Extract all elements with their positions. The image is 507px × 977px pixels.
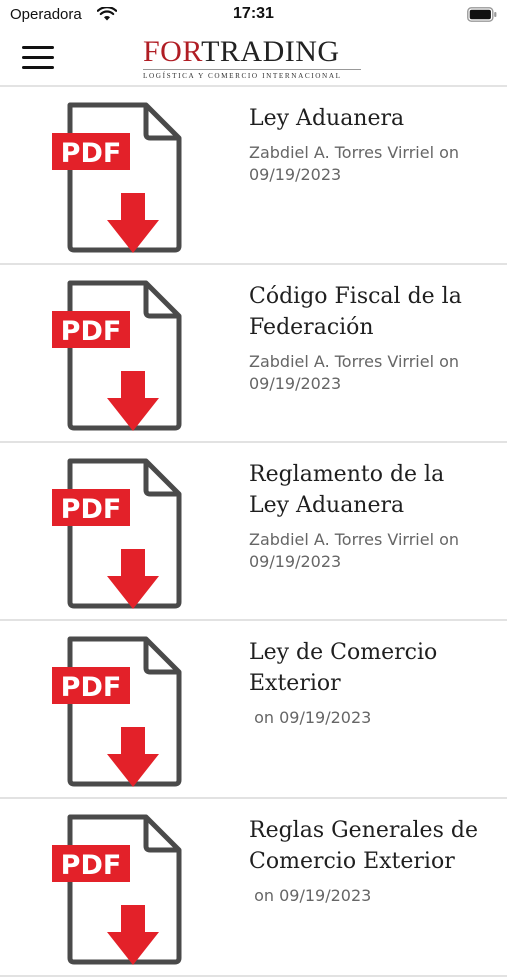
battery-icon [467,7,497,22]
document-meta: on 09/19/2023 [249,886,372,905]
document-title[interactable]: Ley Aduanera [249,103,489,134]
logo-prefix: FOR [143,35,202,68]
hamburger-icon[interactable] [22,46,54,70]
fortrading-logo[interactable]: FORTRADING LOGÍSTICA Y COMERCIO INTERNAC… [143,36,368,82]
document-meta: Zabdiel A. Torres Virriel on 09/19/2023 [249,530,460,571]
pdf-download-icon: PDF [52,102,182,253]
pdf-download-icon: PDF [52,458,182,609]
pdf-download-icon: PDF [52,636,182,787]
clock: 17:31 [233,5,274,22]
logo-suffix: TRADING [201,35,340,68]
svg-text:PDF: PDF [61,494,122,525]
document-text: Código Fiscal de la Federación Zabdiel A… [249,281,489,395]
document-meta: Zabdiel A. Torres Virriel on 09/19/2023 [249,352,460,393]
document-text: Ley Aduanera Zabdiel A. Torres Virriel o… [249,103,489,186]
document-meta: on 09/19/2023 [249,708,372,727]
document-title[interactable]: Reglamento de la Ley Aduanera [249,459,489,521]
svg-text:PDF: PDF [61,316,122,347]
document-item[interactable]: PDF Reglas Generales de Comercio Exterio… [0,799,507,977]
document-item[interactable]: PDF Reglamento de la Ley Aduanera Zabdie… [0,443,507,621]
document-title[interactable]: Ley de Comercio Exterior [249,637,489,699]
svg-text:PDF: PDF [61,138,122,169]
svg-text:PDF: PDF [61,850,122,881]
document-text: Reglamento de la Ley Aduanera Zabdiel A.… [249,459,489,573]
document-text: Ley de Comercio Exterior on 09/19/2023 [249,637,489,729]
document-title[interactable]: Código Fiscal de la Federación [249,281,489,343]
pdf-download-icon: PDF [52,280,182,431]
document-text: Reglas Generales de Comercio Exterior on… [249,815,489,907]
app-header: FORTRADING LOGÍSTICA Y COMERCIO INTERNAC… [0,30,507,87]
status-bar: Operadora 17:31 [0,0,507,30]
logo-tagline: LOGÍSTICA Y COMERCIO INTERNACIONAL [143,69,361,80]
document-list: PDF Ley Aduanera Zabdiel A. Torres Virri… [0,87,507,977]
document-item[interactable]: PDF Código Fiscal de la Federación Zabdi… [0,265,507,443]
document-item[interactable]: PDF Ley Aduanera Zabdiel A. Torres Virri… [0,87,507,265]
document-meta: Zabdiel A. Torres Virriel on 09/19/2023 [249,143,460,184]
pdf-download-icon: PDF [52,814,182,965]
logo-wordmark: FORTRADING [143,36,368,68]
document-item[interactable]: PDF Ley de Comercio Exterior on 09/19/20… [0,621,507,799]
svg-text:PDF: PDF [61,672,122,703]
document-title[interactable]: Reglas Generales de Comercio Exterior [249,815,489,877]
